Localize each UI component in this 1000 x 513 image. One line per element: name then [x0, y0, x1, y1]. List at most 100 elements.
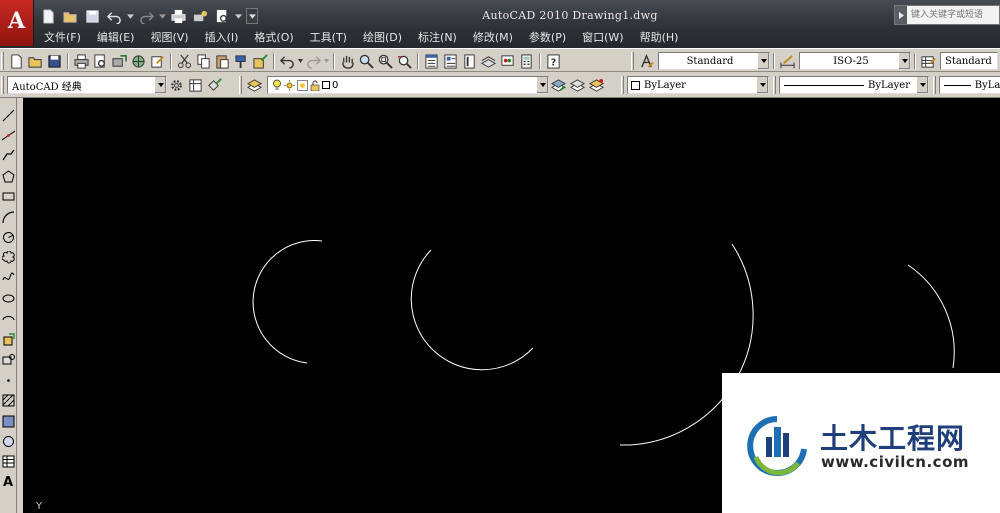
spline-tool-button[interactable]: [0, 268, 16, 288]
new-button[interactable]: [38, 7, 58, 25]
layer-select[interactable]: 0: [267, 76, 549, 94]
qnew-button[interactable]: [7, 52, 26, 71]
save-button[interactable]: [82, 7, 102, 25]
make-block-tool-button[interactable]: [0, 350, 16, 370]
properties-button[interactable]: [422, 52, 441, 71]
search-input[interactable]: [907, 7, 997, 23]
gradient-tool-button[interactable]: [0, 411, 16, 431]
undo-dropdown[interactable]: [126, 7, 134, 25]
menu-parametric[interactable]: 参数(P): [521, 29, 574, 46]
toolbar-grip[interactable]: [933, 76, 936, 94]
lineweight-control-select[interactable]: ByLay: [939, 76, 1000, 94]
ellipse-arc-tool-button[interactable]: [0, 309, 16, 329]
zoom-previous-button[interactable]: [395, 52, 414, 71]
line-tool-button[interactable]: [0, 105, 16, 125]
publish-button[interactable]: [110, 52, 129, 71]
paste-button[interactable]: [213, 52, 232, 71]
menu-file[interactable]: 文件(F): [36, 29, 89, 46]
toolbar-grip[interactable]: [1, 52, 4, 70]
workspace-settings-button[interactable]: [167, 76, 186, 95]
combo-dropdown-button[interactable]: [916, 77, 928, 93]
polygon-tool-button[interactable]: [0, 166, 16, 186]
text-style-button[interactable]: [637, 52, 656, 71]
markup-set-manager-button[interactable]: [498, 52, 517, 71]
plot-preview-button[interactable]: [212, 7, 232, 25]
linetype-control-select[interactable]: ByLayer: [779, 76, 929, 94]
tool-palettes-button[interactable]: [460, 52, 479, 71]
redo-button[interactable]: [304, 52, 323, 71]
table-style-button[interactable]: [919, 52, 938, 71]
help-button[interactable]: ?: [544, 52, 563, 71]
layer-previous-button[interactable]: [568, 76, 587, 95]
point-tool-button[interactable]: [0, 370, 16, 390]
dimension-style-button[interactable]: [778, 52, 797, 71]
arc-tool-button[interactable]: [0, 207, 16, 227]
table-tool-button[interactable]: [0, 452, 16, 472]
menu-modify[interactable]: 修改(M): [465, 29, 521, 46]
search-expand-button[interactable]: [895, 6, 907, 24]
plot-preview-dropdown[interactable]: [234, 7, 242, 25]
menu-help[interactable]: 帮助(H): [632, 29, 687, 46]
menu-view[interactable]: 视图(V): [142, 29, 196, 46]
rectangle-tool-button[interactable]: [0, 187, 16, 207]
ellipse-tool-button[interactable]: [0, 289, 16, 309]
undo-dropdown[interactable]: [297, 52, 304, 71]
region-tool-button[interactable]: [0, 431, 16, 451]
open-button[interactable]: [26, 52, 45, 71]
menu-tools[interactable]: 工具(T): [302, 29, 355, 46]
workspace-save-button[interactable]: [186, 76, 205, 95]
menu-edit[interactable]: 编辑(E): [89, 29, 143, 46]
combo-dropdown-button[interactable]: [898, 53, 910, 69]
combo-dropdown-button[interactable]: [757, 53, 769, 69]
design-center-button[interactable]: [441, 52, 460, 71]
polyline-tool-button[interactable]: [0, 146, 16, 166]
menu-draw[interactable]: 绘图(D): [355, 29, 410, 46]
open-button[interactable]: [60, 7, 80, 25]
menu-insert[interactable]: 插入(I): [197, 29, 247, 46]
combo-dropdown-button[interactable]: [756, 77, 768, 93]
menu-window[interactable]: 窗口(W): [574, 29, 631, 46]
multiline-text-tool-button[interactable]: A: [0, 472, 16, 492]
color-control-select[interactable]: ByLayer: [627, 76, 769, 94]
publish-button[interactable]: [190, 7, 210, 25]
info-center-search[interactable]: [894, 5, 1000, 25]
table-style-select[interactable]: Standard: [940, 52, 998, 70]
combo-dropdown-button[interactable]: [154, 77, 166, 93]
customize-quick-access-button[interactable]: [246, 8, 258, 24]
menu-dimension[interactable]: 标注(N): [410, 29, 465, 46]
layer-states-button[interactable]: [587, 76, 606, 95]
make-current-layer-button[interactable]: [549, 76, 568, 95]
zoom-realtime-button[interactable]: [357, 52, 376, 71]
cut-button[interactable]: [175, 52, 194, 71]
plot-button[interactable]: [168, 7, 188, 25]
toolbar-grip[interactable]: [621, 76, 624, 94]
redo-button[interactable]: [136, 7, 156, 25]
quickcalc-button[interactable]: [517, 52, 536, 71]
3d-dwf-button[interactable]: [129, 52, 148, 71]
layer-properties-button[interactable]: [245, 76, 264, 95]
etransmit-button[interactable]: [148, 52, 167, 71]
dimension-style-select[interactable]: ISO-25: [799, 52, 911, 70]
construction-line-tool-button[interactable]: [0, 125, 16, 145]
redo-dropdown[interactable]: [323, 52, 330, 71]
undo-button[interactable]: [278, 52, 297, 71]
workspace-customize-button[interactable]: [205, 76, 224, 95]
zoom-window-button[interactable]: [376, 52, 395, 71]
toolbar-grip[interactable]: [1, 76, 4, 94]
plot-preview-button[interactable]: [91, 52, 110, 71]
combo-dropdown-button[interactable]: [536, 77, 548, 93]
application-menu-button[interactable]: A: [0, 0, 34, 46]
revision-cloud-tool-button[interactable]: [0, 248, 16, 268]
block-editor-button[interactable]: [251, 52, 270, 71]
copy-button[interactable]: [194, 52, 213, 71]
toolbar-grip[interactable]: [773, 76, 776, 94]
save-button[interactable]: [45, 52, 64, 71]
menu-format[interactable]: 格式(O): [246, 29, 301, 46]
hatch-tool-button[interactable]: [0, 390, 16, 410]
text-style-select[interactable]: Standard: [658, 52, 770, 70]
toolbar-grip[interactable]: [239, 76, 242, 94]
insert-block-tool-button[interactable]: [0, 329, 16, 349]
pan-button[interactable]: [338, 52, 357, 71]
workspace-select[interactable]: AutoCAD 经典: [7, 76, 167, 94]
match-properties-button[interactable]: [232, 52, 251, 71]
